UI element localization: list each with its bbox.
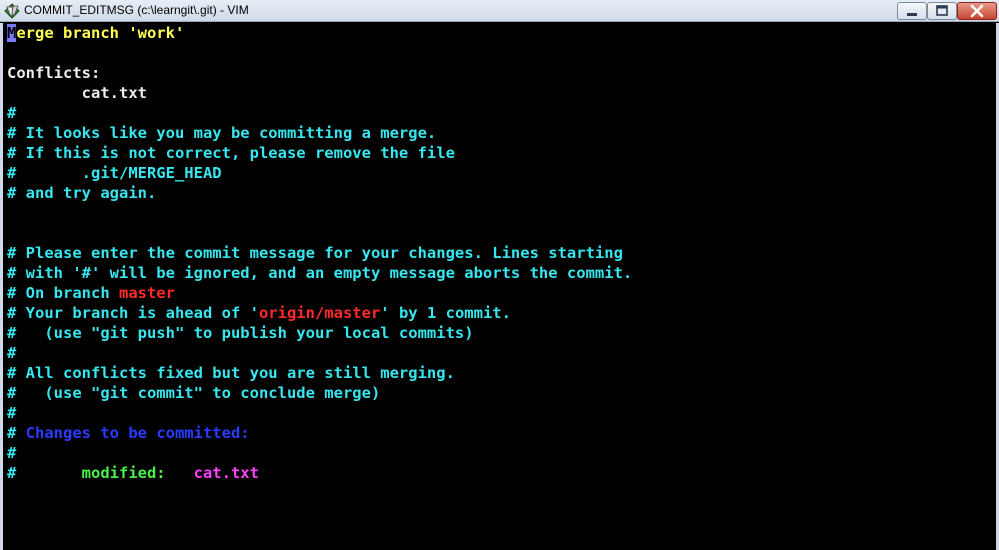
line-text: # (use "git push" to publish your local … [7,324,474,342]
line-text: # If this is not correct, please remove … [7,144,455,162]
minimize-icon [907,13,917,16]
editor-line[interactable]: # All conflicts fixed but you are still … [7,363,632,383]
vim-icon[interactable] [4,3,21,19]
line-text: # [7,104,17,122]
line-text: Conflicts: [7,64,101,82]
close-button[interactable] [957,2,997,20]
editor-line[interactable]: cat.txt [7,83,632,103]
editor-line[interactable]: # (use "git commit" to conclude merge) [7,383,632,403]
line-text: # All conflicts fixed but you are still … [7,364,455,382]
editor-line[interactable]: Conflicts: [7,63,632,83]
editor-line[interactable]: # On branch master [7,283,632,303]
minimize-button[interactable] [897,2,927,20]
editor-line[interactable]: # modified: cat.txt [7,463,632,483]
title-bar[interactable]: COMMIT_EDITMSG (c:\learngit\.git) - VIM [0,0,999,22]
line-text: cat.txt [193,464,259,482]
line-text: master [118,284,175,302]
line-text: modified: [81,464,194,482]
editor-line[interactable] [7,43,632,63]
line-text: # Your branch is ahead of ' [7,304,259,322]
editor-line[interactable]: Merge branch 'work' [7,23,632,43]
line-text: # .git/MERGE_HEAD [7,164,222,182]
editor-line[interactable]: # Changes to be committed: [7,423,632,443]
line-text: cat.txt [7,84,147,102]
line-text: # and try again. [7,184,157,202]
editor-line[interactable]: # (use "git push" to publish your local … [7,323,632,343]
vim-window: COMMIT_EDITMSG (c:\learngit\.git) - VIM … [0,0,999,550]
editor-line[interactable]: # [7,403,632,423]
editor-line[interactable]: # [7,343,632,363]
editor-line[interactable]: # .git/MERGE_HEAD [7,163,632,183]
line-text: # On branch [7,284,119,302]
editor-line[interactable]: # It looks like you may be committing a … [7,123,632,143]
line-text: # [7,444,17,462]
line-text: # (use "git commit" to conclude merge) [7,384,381,402]
line-text: # [7,424,26,442]
line-text: # Please enter the commit message for yo… [7,244,623,262]
editor-line[interactable]: # [7,103,632,123]
vim-editor[interactable]: Merge branch 'work' Conflicts: cat.txt # #… [0,23,999,550]
line-text: erge branch 'work' [16,24,185,42]
editor-line[interactable]: # Please enter the commit message for yo… [7,243,632,263]
line-text: # [7,464,82,482]
editor-line[interactable]: # If this is not correct, please remove … [7,143,632,163]
editor-line[interactable]: # [7,443,632,463]
editor-line[interactable]: # and try again. [7,183,632,203]
close-icon [970,4,984,18]
line-text: # It looks like you may be committing a … [7,124,437,142]
editor-line[interactable] [7,223,632,243]
maximize-icon [936,5,948,16]
line-text: origin/master [258,304,381,322]
line-text: # with '#' will be ignored, and an empty… [7,264,633,282]
line-text: # [7,344,17,362]
text-cursor: M [7,24,17,42]
maximize-button[interactable] [927,2,957,20]
window-title: COMMIT_EDITMSG (c:\learngit\.git) - VIM [24,3,249,17]
line-text: # [7,404,17,422]
line-text: Changes to be committed: [25,424,250,442]
buffer-text[interactable]: Merge branch 'work' Conflicts: cat.txt # #… [7,23,632,483]
editor-line[interactable]: # Your branch is ahead of 'origin/master… [7,303,632,323]
line-text: ' by 1 commit. [380,304,511,322]
status-line [3,546,996,550]
editor-line[interactable] [7,203,632,223]
editor-line[interactable]: # with '#' will be ignored, and an empty… [7,263,632,283]
